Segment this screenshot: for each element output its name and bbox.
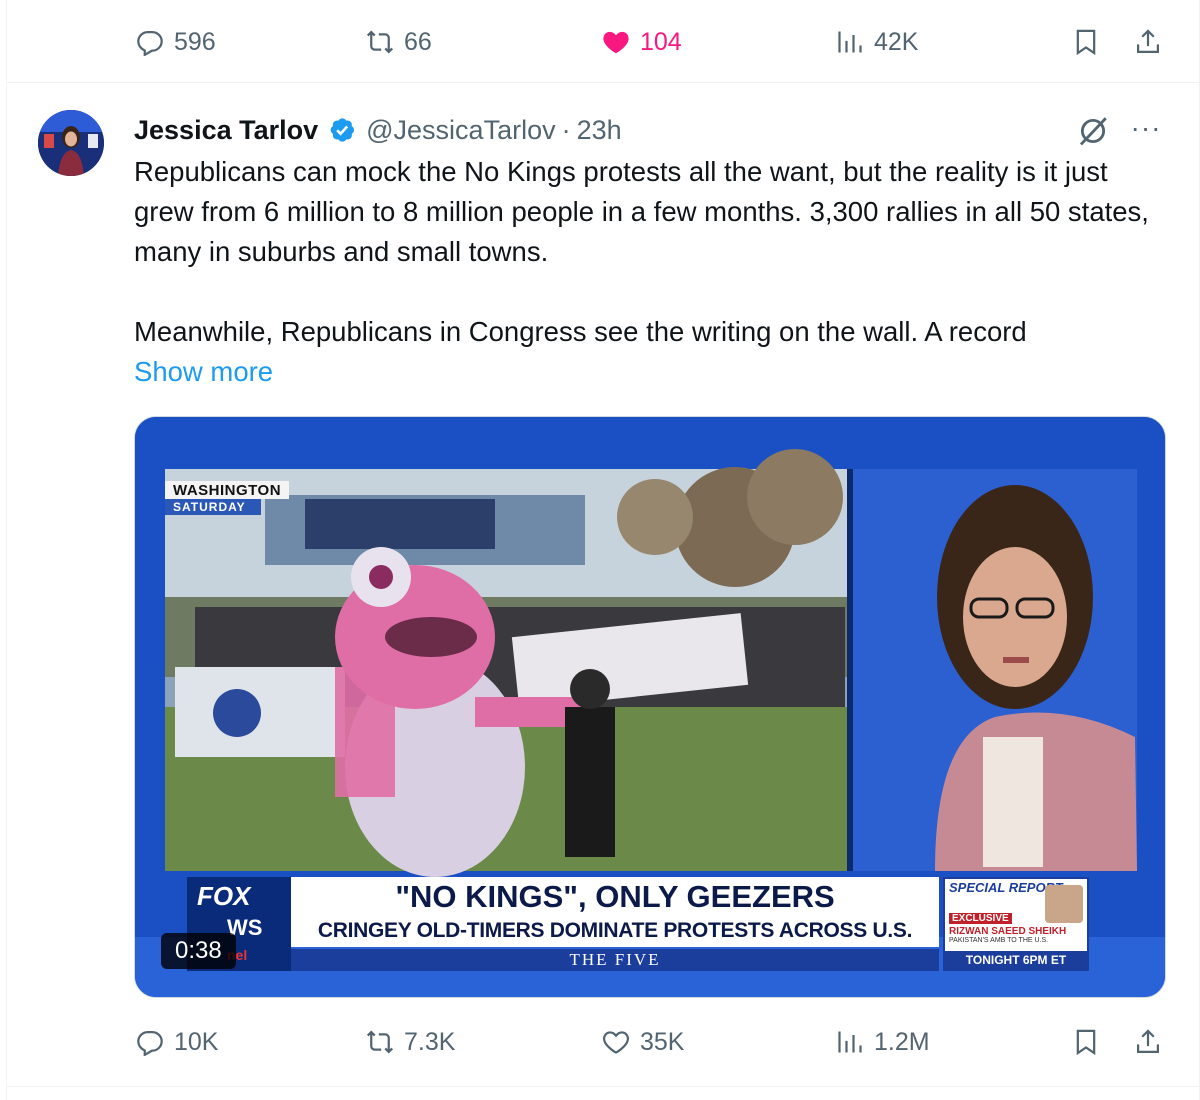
location-tag: WASHINGTON SATURDAY [165, 481, 290, 515]
tweet-header: Jessica Tarlov @JessicaTarlov · 23h [134, 112, 622, 148]
views-icon [838, 31, 862, 53]
repost-count: 7.3K [404, 1027, 456, 1056]
news-chyron: "NO KINGS", ONLY GEEZERS CRINGEY OLD-TIM… [291, 877, 939, 971]
show-more-link[interactable]: Show more [134, 352, 273, 392]
tweet-divider [6, 1086, 1200, 1087]
promo-exclusive: EXCLUSIVE [949, 913, 1012, 924]
bookmark-button[interactable] [1072, 22, 1100, 62]
share-icon [1136, 1029, 1160, 1054]
day-label: SATURDAY [165, 499, 261, 515]
reply-count: 596 [174, 27, 216, 56]
grok-icon[interactable] [1076, 114, 1110, 148]
bookmark-button[interactable] [1072, 1022, 1100, 1062]
promo-box: SPECIAL REPORT EXCLUSIVE RIZWAN SAEED SH… [943, 877, 1089, 971]
tweet-time[interactable]: 23h [577, 115, 622, 146]
reply-button[interactable]: 10K [136, 1022, 218, 1062]
verified-badge-icon[interactable] [328, 116, 356, 144]
chyron-show-name: THE FIVE [291, 949, 939, 971]
more-icon[interactable]: ··· [1126, 112, 1166, 146]
like-icon [603, 1031, 629, 1054]
like-icon [603, 31, 629, 54]
reply-icon [137, 1030, 163, 1056]
repost-icon [366, 1030, 394, 1054]
chyron-subheadline: CRINGEY OLD-TIMERS DOMINATE PROTESTS ACR… [291, 915, 939, 947]
author-handle[interactable]: @JessicaTarlov [366, 115, 555, 146]
like-count: 104 [640, 27, 682, 56]
promo-role: PAKISTAN'S AMB TO THE U.S. [949, 937, 1049, 944]
author-name[interactable]: Jessica Tarlov [134, 115, 318, 146]
views-button[interactable]: 42K [836, 22, 918, 62]
views-count: 1.2M [874, 1027, 930, 1056]
video-player[interactable]: WASHINGTON SATURDAY FOX WS nel "NO KINGS… [134, 416, 1166, 998]
tweet-text: Republicans can mock the No Kings protes… [134, 152, 1164, 352]
separator-dot: · [561, 114, 571, 145]
like-count: 35K [640, 1027, 685, 1056]
share-button[interactable] [1134, 1022, 1162, 1062]
views-button[interactable]: 1.2M [836, 1022, 930, 1062]
like-button[interactable]: 104 [602, 22, 682, 62]
repost-icon [366, 30, 394, 54]
promo-time: TONIGHT 6PM ET [945, 951, 1087, 969]
like-button[interactable]: 35K [602, 1022, 684, 1062]
reply-button[interactable]: 596 [136, 22, 216, 62]
reply-icon [137, 30, 163, 56]
views-icon [838, 1031, 862, 1053]
repost-button[interactable]: 66 [366, 22, 432, 62]
promo-guest-thumbnail [1045, 885, 1083, 923]
location-label: WASHINGTON [165, 481, 290, 499]
views-count: 42K [874, 27, 919, 56]
repost-count: 66 [404, 27, 432, 56]
bookmark-icon [1076, 29, 1096, 56]
avatar[interactable] [38, 110, 104, 176]
chyron-headline: "NO KINGS", ONLY GEEZERS [291, 877, 939, 915]
reply-count: 10K [174, 1027, 219, 1056]
tweet-paragraph-2: Meanwhile, Republicans in Congress see t… [134, 316, 1027, 347]
share-icon [1136, 29, 1160, 54]
repost-button[interactable]: 7.3K [366, 1022, 455, 1062]
share-button[interactable] [1134, 22, 1162, 62]
bookmark-icon [1076, 1029, 1096, 1056]
tweet-paragraph-1: Republicans can mock the No Kings protes… [134, 156, 1149, 267]
tweet-divider [6, 82, 1200, 83]
previous-tweet-actions: 596 66 104 42K [0, 22, 1200, 62]
promo-guest: RIZWAN SAEED SHEIKH [949, 926, 1067, 937]
video-duration: 0:38 [161, 933, 236, 969]
tweet-actions: 10K 7.3K 35K 1.2M [0, 1022, 1200, 1062]
